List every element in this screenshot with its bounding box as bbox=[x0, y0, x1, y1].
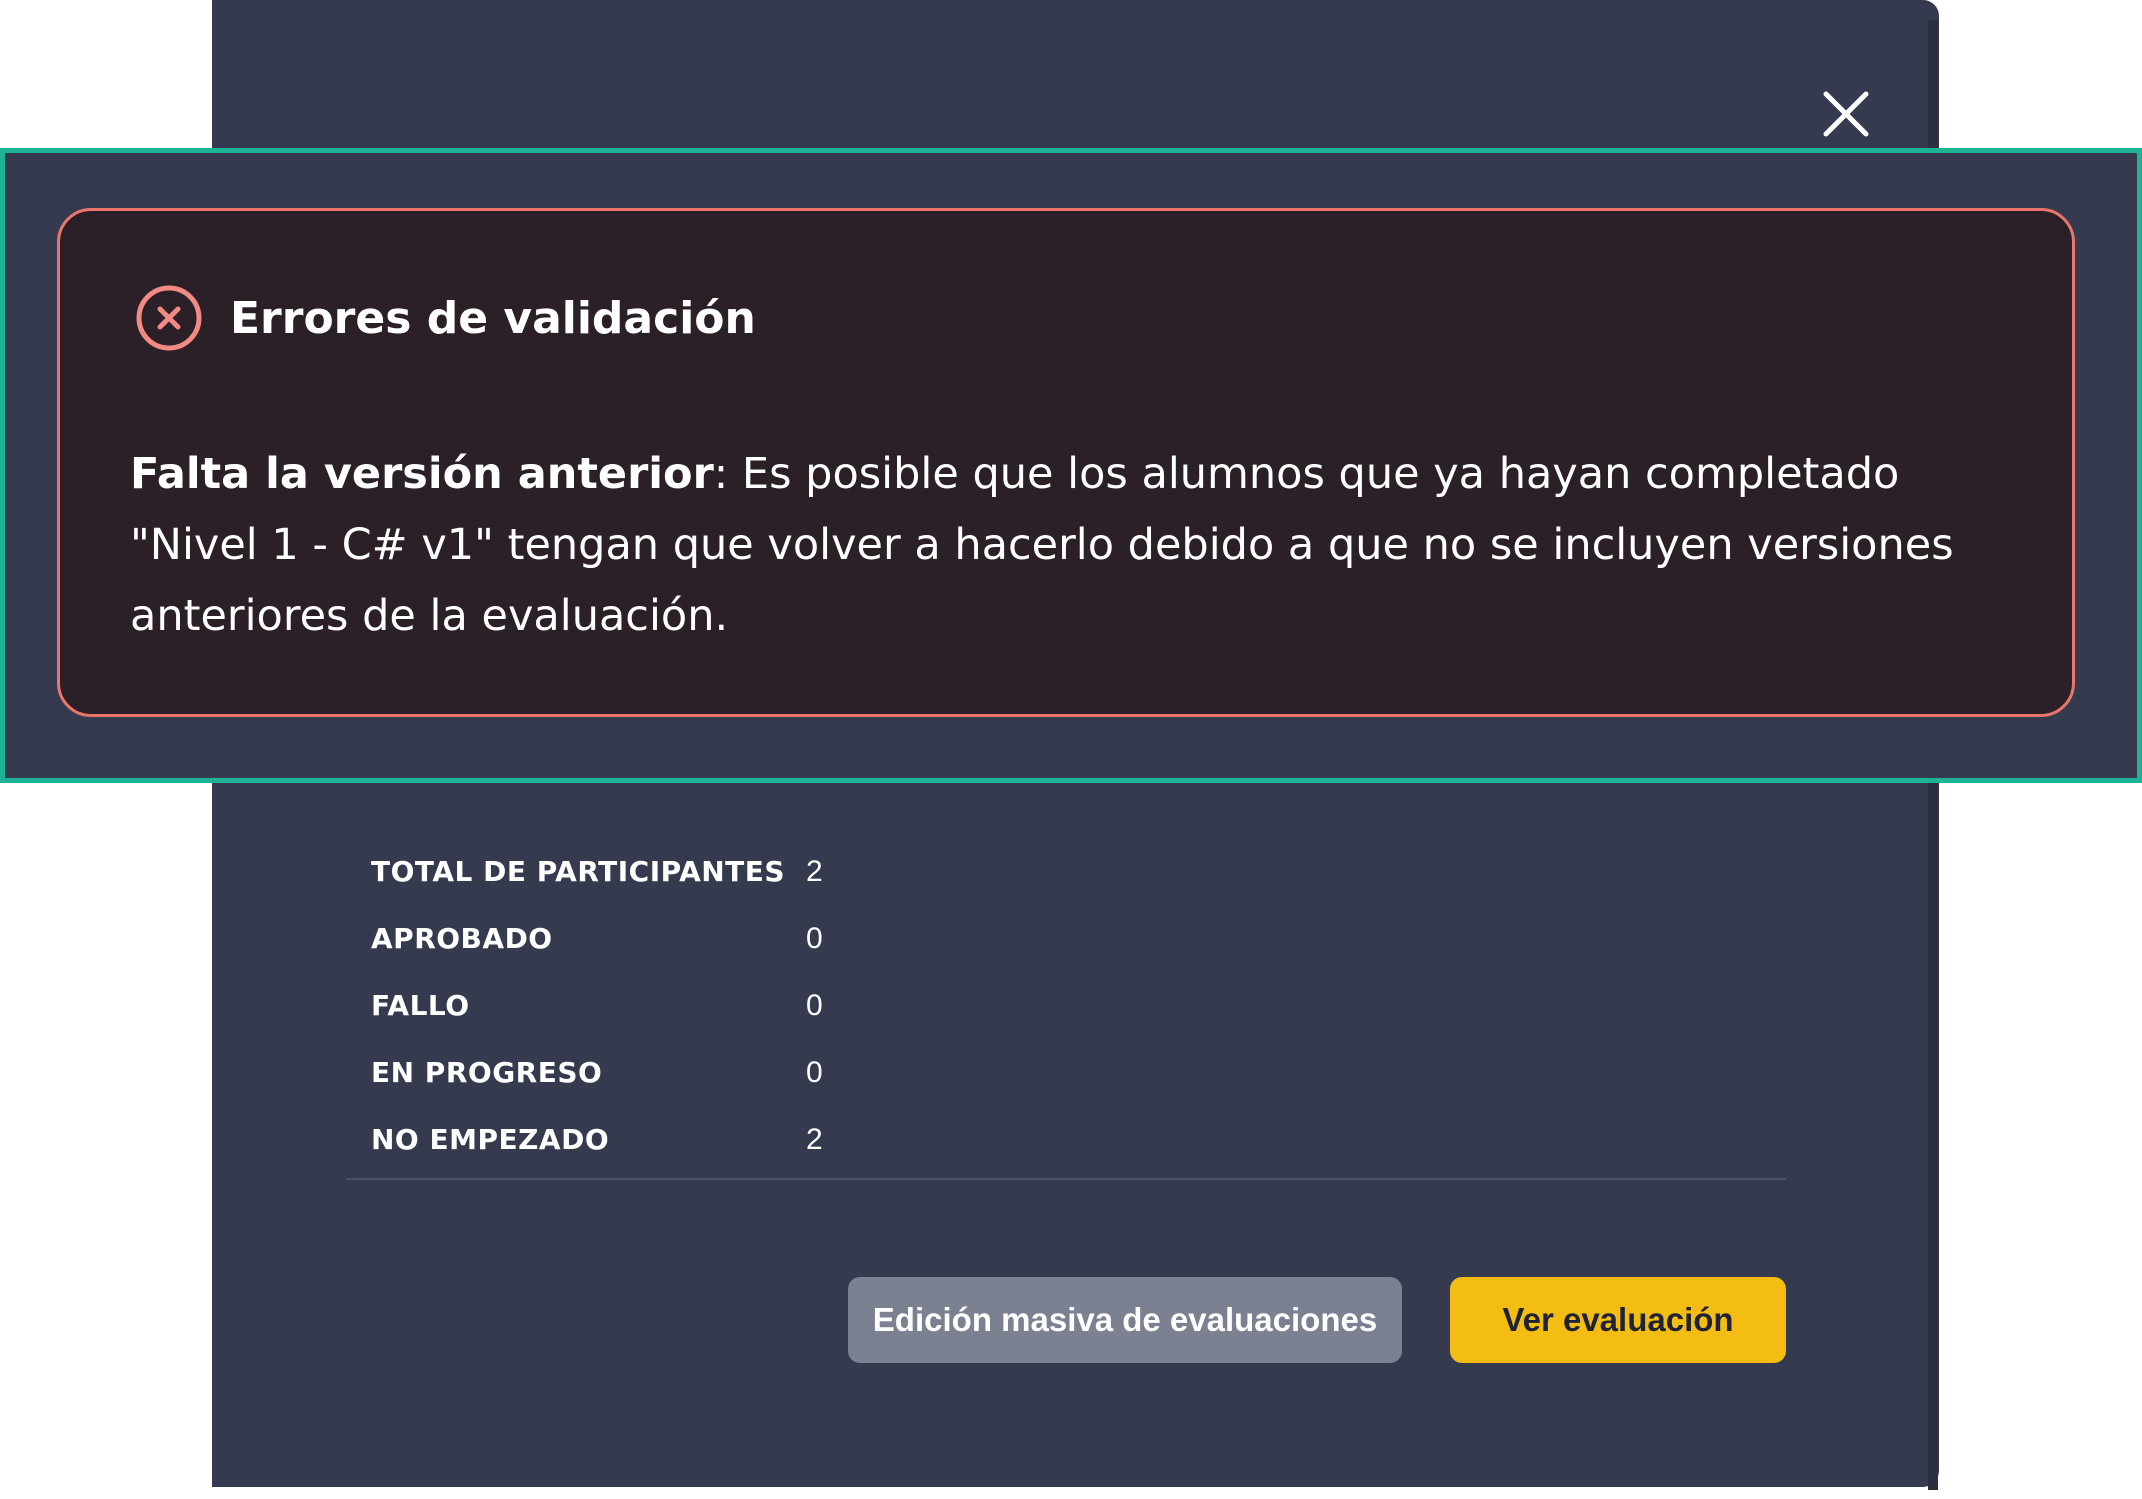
stat-row-in-progress: EN PROGRESO 0 bbox=[371, 1039, 971, 1106]
error-message-bold: Falta la versión anterior bbox=[130, 449, 714, 499]
stat-label: EN PROGRESO bbox=[371, 1056, 603, 1089]
error-message: Falta la versión anterior: Es posible qu… bbox=[130, 439, 2030, 652]
error-header: Errores de validación bbox=[134, 283, 756, 353]
view-assessment-button[interactable]: Ver evaluación bbox=[1450, 1277, 1786, 1363]
stat-row-total: TOTAL DE PARTICIPANTES 2 bbox=[371, 838, 971, 905]
screenshot-stage: TOTAL DE PARTICIPANTES 2 APROBADO 0 FALL… bbox=[0, 0, 2142, 1499]
stat-value: 0 bbox=[806, 1055, 823, 1089]
close-button[interactable] bbox=[1820, 88, 1872, 140]
stat-value: 2 bbox=[806, 854, 823, 888]
stat-value: 0 bbox=[806, 988, 823, 1022]
divider bbox=[346, 1178, 1786, 1180]
highlight-callout: Errores de validación Falta la versión a… bbox=[0, 148, 2142, 783]
stat-row-not-started: NO EMPEZADO 2 bbox=[371, 1106, 971, 1173]
bulk-edit-assessments-button[interactable]: Edición masiva de evaluaciones bbox=[848, 1277, 1402, 1363]
error-circle-x-icon bbox=[134, 283, 204, 353]
stat-value: 0 bbox=[806, 921, 823, 955]
stat-label: FALLO bbox=[371, 989, 470, 1022]
stat-value: 2 bbox=[806, 1122, 823, 1156]
validation-error-alert: Errores de validación Falta la versión a… bbox=[57, 208, 2075, 717]
close-icon bbox=[1823, 91, 1869, 137]
stat-label: APROBADO bbox=[371, 922, 553, 955]
stat-row-failed: FALLO 0 bbox=[371, 972, 971, 1039]
error-title: Errores de validación bbox=[230, 292, 756, 344]
participant-stats: TOTAL DE PARTICIPANTES 2 APROBADO 0 FALL… bbox=[371, 838, 971, 1173]
stat-row-passed: APROBADO 0 bbox=[371, 905, 971, 972]
stat-label: NO EMPEZADO bbox=[371, 1123, 610, 1156]
stat-label: TOTAL DE PARTICIPANTES bbox=[371, 855, 786, 888]
